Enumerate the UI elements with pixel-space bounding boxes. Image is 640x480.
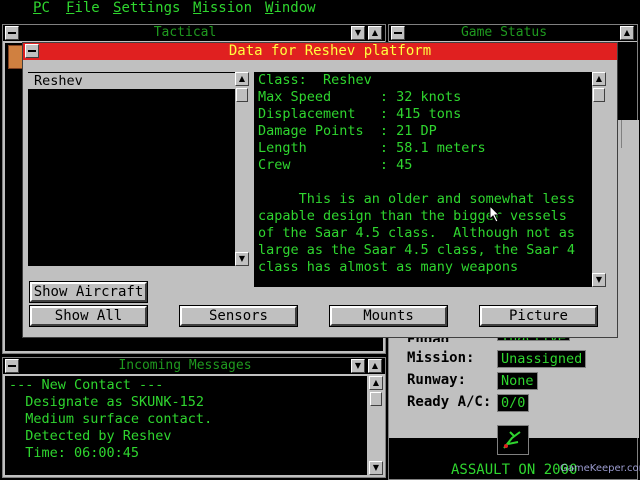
platform-list-scroll-thumb[interactable] bbox=[236, 88, 248, 102]
platform-info-scroll-up-icon[interactable]: ▲ bbox=[592, 72, 606, 86]
description-line: This is an older and somewhat less bbox=[258, 191, 575, 207]
description-line: of the Saar 4.5 class. Although not as bbox=[258, 225, 575, 241]
messages-system-menu-icon[interactable] bbox=[5, 359, 19, 373]
menu-pc[interactable]: PC bbox=[33, 0, 50, 17]
incoming-messages-window: Incoming Messages ▼ ▲ --- New Contact --… bbox=[2, 357, 386, 478]
tactical-system-menu-icon[interactable] bbox=[5, 26, 19, 40]
show-aircraft-button[interactable]: Show Aircraft bbox=[29, 281, 148, 303]
messages-scroll-down-icon[interactable]: ▼ bbox=[369, 461, 383, 475]
menu-file[interactable]: File bbox=[66, 0, 100, 17]
game-status-system-menu-icon[interactable] bbox=[391, 26, 405, 40]
messages-text-area[interactable]: --- New Contact --- Designate as SKUNK-1… bbox=[5, 376, 367, 475]
platform-list-item[interactable]: Reshev bbox=[28, 73, 236, 89]
menu-mission[interactable]: Mission bbox=[193, 0, 252, 17]
spec-length: Length : 58.1 meters bbox=[258, 140, 486, 156]
platform-list-scrollbar[interactable]: ▲ ▼ bbox=[235, 72, 249, 266]
game-status-scroll-up-icon[interactable]: ▲ bbox=[620, 26, 634, 40]
ready-aircraft-value[interactable]: 0/0 bbox=[497, 394, 530, 412]
menu-window[interactable]: Window bbox=[265, 0, 316, 17]
messages-titlebar[interactable]: Incoming Messages ▼ ▲ bbox=[3, 358, 385, 375]
spec-displacement: Displacement : 415 tons bbox=[258, 106, 462, 122]
dialog-title: Data for Reshev platform bbox=[228, 43, 432, 59]
description-line: large as the Saar 4.5 class, the Saar 4 bbox=[258, 242, 575, 258]
messages-maximize-icon[interactable]: ▲ bbox=[368, 359, 382, 373]
show-all-button[interactable]: Show All bbox=[29, 305, 148, 327]
sensors-button[interactable]: Sensors bbox=[179, 305, 298, 327]
dialog-titlebar[interactable]: Data for Reshev platform bbox=[23, 43, 617, 60]
message-line: Medium surface contact. bbox=[9, 411, 213, 427]
platform-info-scroll-thumb[interactable] bbox=[593, 88, 605, 102]
ready-aircraft-label: Ready A/C: bbox=[407, 394, 492, 410]
messages-scrollbar[interactable]: ▲ ▼ bbox=[369, 376, 383, 475]
watermark-text: GameKeeper.com bbox=[560, 463, 640, 474]
menu-bar: PC File Settings Mission Window bbox=[0, 0, 640, 18]
platform-info-text[interactable]: Class: Reshev Max Speed : 32 knots Displ… bbox=[254, 72, 593, 287]
game-status-side-tab bbox=[621, 120, 638, 148]
runway-label: Runway: bbox=[407, 372, 467, 388]
tactical-minimize-icon[interactable]: ▼ bbox=[351, 26, 365, 40]
menu-settings[interactable]: Settings bbox=[113, 0, 180, 17]
game-status-titlebar[interactable]: Game Status ▲ bbox=[389, 25, 637, 42]
picture-button[interactable]: Picture bbox=[479, 305, 598, 327]
message-line: --- New Contact --- bbox=[9, 377, 164, 393]
message-line: Detected by Reshev bbox=[9, 428, 172, 444]
tactical-title: Tactical bbox=[153, 25, 217, 40]
dialog-system-menu-icon[interactable] bbox=[25, 44, 39, 58]
mission-label: Mission: bbox=[407, 350, 475, 366]
messages-scroll-up-icon[interactable]: ▲ bbox=[369, 376, 383, 390]
mounts-button[interactable]: Mounts bbox=[329, 305, 448, 327]
message-line: Designate as SKUNK-152 bbox=[9, 394, 205, 410]
platform-list-scroll-up-icon[interactable]: ▲ bbox=[235, 72, 249, 86]
mission-value[interactable]: Unassigned bbox=[497, 350, 587, 368]
description-line: class has almost as many weapons bbox=[258, 259, 519, 275]
platform-data-dialog: Data for Reshev platform Reshev ▲ ▼ Clas… bbox=[22, 42, 618, 338]
spec-max-speed: Max Speed : 32 knots bbox=[258, 89, 462, 105]
platform-info-scroll-down-icon[interactable]: ▼ bbox=[592, 273, 606, 287]
spec-crew: Crew : 45 bbox=[258, 157, 413, 173]
mission-icon[interactable] bbox=[497, 425, 529, 455]
tactical-maximize-icon[interactable]: ▲ bbox=[368, 26, 382, 40]
message-line: Time: 06:00:45 bbox=[9, 445, 140, 461]
messages-scroll-thumb[interactable] bbox=[370, 392, 382, 406]
mouse-cursor-icon bbox=[489, 204, 501, 227]
messages-title: Incoming Messages bbox=[118, 358, 252, 373]
messages-minimize-icon[interactable]: ▼ bbox=[351, 359, 365, 373]
runway-value[interactable]: None bbox=[497, 372, 538, 390]
platform-list[interactable]: Reshev bbox=[28, 72, 236, 266]
description-line: capable design than the bigger vessels bbox=[258, 208, 567, 224]
game-status-title: Game Status bbox=[460, 25, 548, 40]
tactical-titlebar[interactable]: Tactical ▼ ▲ bbox=[3, 25, 385, 42]
platform-info-scrollbar[interactable]: ▲ ▼ bbox=[592, 72, 606, 287]
platform-list-scroll-down-icon[interactable]: ▼ bbox=[235, 252, 249, 266]
spec-damage-points: Damage Points : 21 DP bbox=[258, 123, 437, 139]
mission-title-footer: ASSAULT ON 2000 bbox=[451, 462, 578, 478]
spec-class: Class: Reshev bbox=[258, 72, 372, 88]
